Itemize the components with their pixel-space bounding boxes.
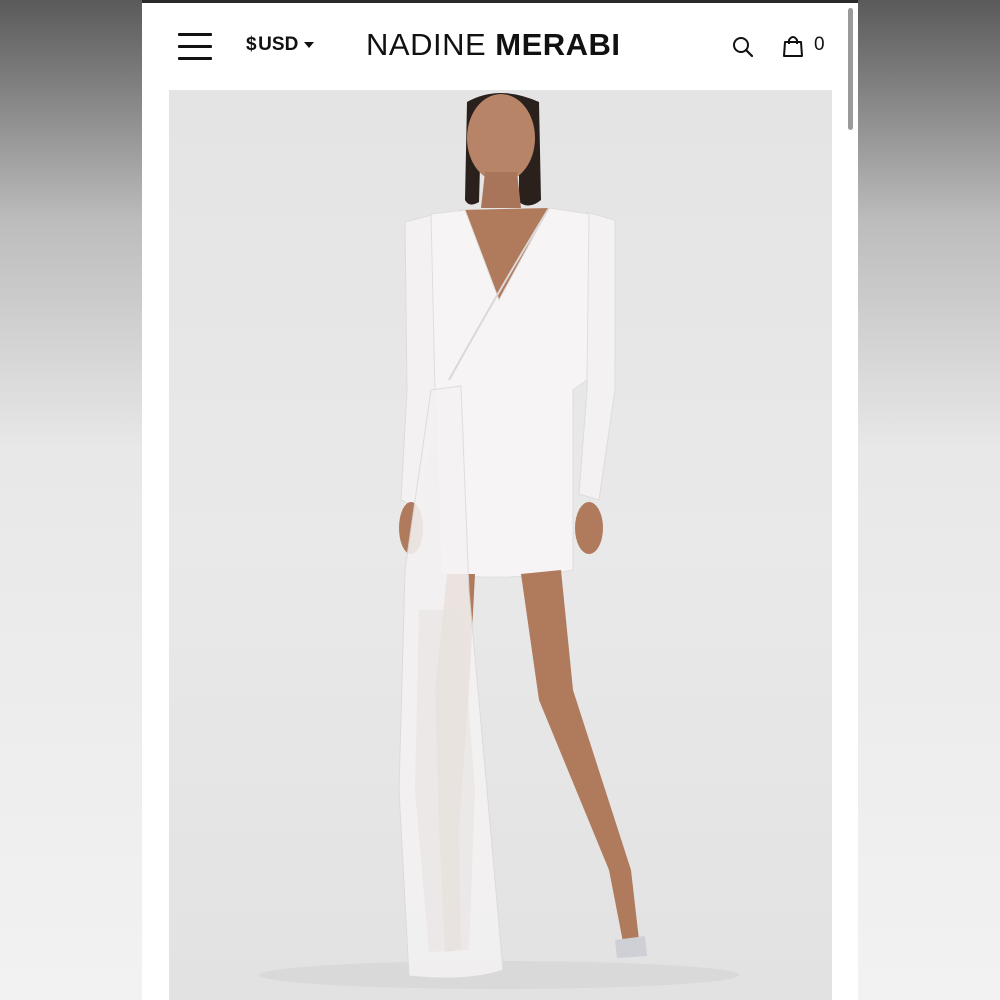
product-photo[interactable] [169, 90, 832, 1000]
shopping-bag-icon[interactable] [782, 34, 804, 58]
mobile-page: $ USD NADINE MERABI 0 [142, 0, 858, 1000]
currency-selector[interactable]: $ USD [246, 33, 315, 57]
site-header: $ USD NADINE MERABI 0 [142, 3, 858, 87]
caret-down-icon [304, 42, 315, 48]
hamburger-menu-icon[interactable] [178, 33, 212, 61]
brand-logo-first: NADINE [366, 27, 487, 62]
brand-logo-second: MERABI [495, 27, 621, 62]
currency-label: $ USD [246, 34, 299, 55]
search-icon[interactable] [732, 36, 754, 58]
scrollbar-thumb[interactable] [848, 8, 853, 130]
cart-count[interactable]: 0 [814, 34, 825, 56]
white-sequin-dress-photo [259, 93, 739, 989]
brand-logo[interactable]: NADINE MERABI [366, 27, 621, 63]
